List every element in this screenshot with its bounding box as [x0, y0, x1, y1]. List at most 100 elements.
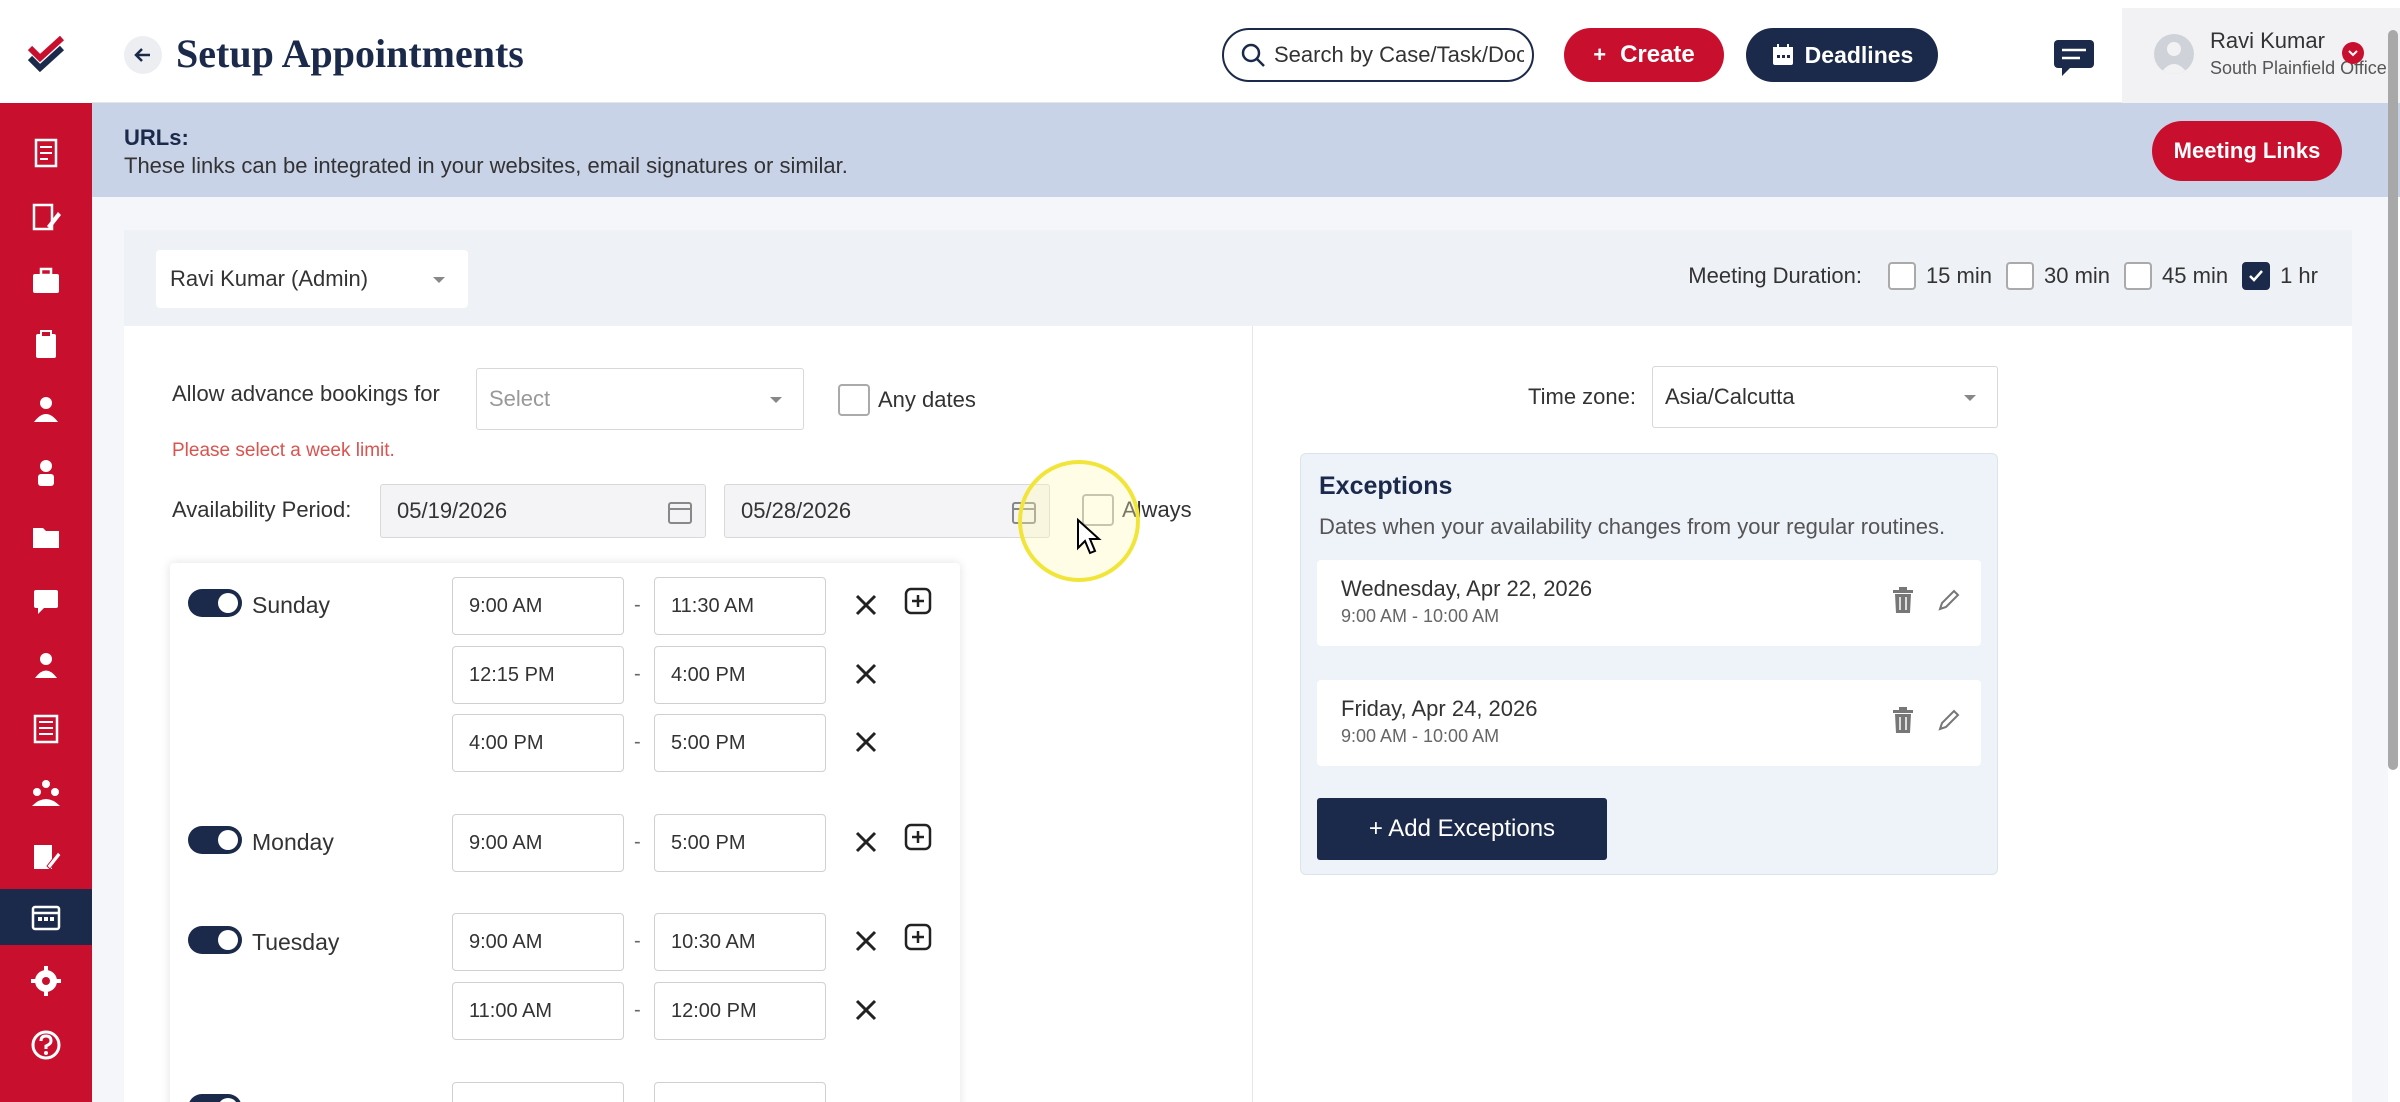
sidebar-item-clients[interactable] — [0, 381, 92, 437]
sunday-slot1-end[interactable]: 11:30 AM — [654, 577, 826, 635]
search-input[interactable] — [1274, 42, 1524, 68]
trash-icon[interactable] — [1891, 586, 1915, 614]
range-dash: - — [634, 930, 641, 952]
trash-icon[interactable] — [1891, 706, 1915, 734]
sidebar-item-messages[interactable] — [0, 573, 92, 629]
caret-down-icon — [433, 277, 445, 283]
help-icon — [31, 1030, 61, 1060]
timezone-label: Time zone: — [1528, 384, 1637, 409]
remove-slot-icon[interactable] — [852, 591, 880, 619]
sidebar-item-documents[interactable] — [0, 125, 92, 181]
duration-30-min[interactable]: 30 min — [2005, 262, 2111, 290]
sidebar-item-team[interactable] — [0, 765, 92, 821]
sunday-slot3-end[interactable]: 5:00 PM — [654, 714, 826, 772]
sidebar-item-tasks[interactable] — [0, 317, 92, 373]
range-dash: - — [634, 831, 641, 853]
pencil-icon[interactable] — [1937, 588, 1961, 612]
sidebar-item-forms[interactable] — [0, 829, 92, 885]
pencil-icon[interactable] — [1937, 708, 1961, 732]
duration-1hr-checkbox[interactable] — [2242, 262, 2271, 290]
user-name: Ravi Kumar — [2210, 28, 2325, 53]
duration-45-checkbox[interactable] — [2124, 262, 2153, 290]
monday-slot1-start[interactable]: 9:00 AM — [452, 814, 624, 872]
tuesday-slot2-end[interactable]: 12:00 PM — [654, 982, 826, 1040]
calendar-icon — [668, 502, 692, 524]
person-icon — [38, 460, 54, 486]
remove-slot-icon[interactable] — [852, 660, 880, 688]
availability-period-label: Availability Period: — [172, 497, 352, 522]
add-slot-icon[interactable] — [904, 923, 932, 951]
next-day-slot-start[interactable] — [452, 1082, 624, 1102]
sidebar-item-appointments[interactable] — [0, 889, 92, 945]
duration-15-min[interactable]: 15 min — [1887, 262, 1992, 290]
add-slot-icon[interactable] — [904, 587, 932, 615]
tuesday-slot1-start[interactable]: 9:00 AM — [452, 913, 624, 971]
panel-divider — [1252, 326, 1253, 1102]
advance-bookings-select[interactable]: Select — [476, 368, 804, 430]
check-icon — [2249, 270, 2264, 282]
sidebar-item-ledger[interactable] — [0, 701, 92, 757]
user-select[interactable]: Ravi Kumar (Admin) — [156, 250, 468, 308]
meeting-links-button[interactable]: Meeting Links — [2152, 121, 2342, 181]
avatar-icon — [2160, 42, 2188, 74]
sunday-slot1-start[interactable]: 9:00 AM — [452, 577, 624, 635]
remove-slot-icon[interactable] — [852, 728, 880, 756]
duration-45-min[interactable]: 45 min — [2124, 262, 2228, 290]
exception-item: Wednesday, Apr 22, 2026 9:00 AM - 10:00 … — [1317, 560, 1981, 646]
remove-slot-icon[interactable] — [852, 828, 880, 856]
add-slot-icon[interactable] — [904, 823, 932, 851]
remove-slot-icon[interactable] — [852, 996, 880, 1024]
briefcase-icon — [33, 267, 59, 293]
duration-15-checkbox[interactable] — [1887, 262, 1916, 290]
sunday-slot2-start[interactable]: 12:15 PM — [452, 646, 624, 704]
end-date-input[interactable]: 05/28/2026 — [724, 484, 1050, 538]
timezone-select[interactable]: Asia/Calcutta — [1652, 366, 1998, 428]
sidebar-item-cases[interactable] — [0, 253, 92, 309]
sidebar-item-settings[interactable] — [0, 953, 92, 1009]
exceptions-description: Dates when your availability changes fro… — [1319, 514, 1946, 539]
user-icon — [34, 397, 58, 422]
duration-30-label: 30 min — [2043, 263, 2111, 288]
sidebar-item-staff[interactable] — [0, 637, 92, 693]
tuesday-toggle[interactable] — [188, 926, 242, 954]
ledger-icon — [33, 714, 59, 744]
remove-slot-icon[interactable] — [852, 927, 880, 955]
sunday-slot3-start[interactable]: 4:00 PM — [452, 714, 624, 772]
sunday-slot2-end[interactable]: 4:00 PM — [654, 646, 826, 704]
sunday-toggle[interactable] — [188, 589, 242, 617]
exception-time: 9:00 AM - 10:00 AM — [1341, 606, 1500, 626]
monday-slot1-end[interactable]: 5:00 PM — [654, 814, 826, 872]
deadlines-button[interactable]: Deadlines — [1746, 28, 1938, 82]
sidebar-item-contacts[interactable] — [0, 445, 92, 501]
sidebar-item-folders[interactable] — [0, 509, 92, 565]
document-icon — [34, 138, 58, 168]
any-dates-checkbox[interactable] — [838, 384, 870, 416]
sidebar-item-notes[interactable] — [0, 189, 92, 245]
app-logo[interactable] — [0, 0, 92, 103]
next-day-toggle[interactable] — [188, 1094, 242, 1102]
folder-icon — [33, 528, 59, 548]
range-dash: - — [634, 663, 641, 685]
user-dropdown-button[interactable] — [2342, 42, 2364, 64]
calendar-icon — [31, 905, 61, 931]
chat-icon[interactable] — [2052, 38, 2096, 78]
search-box[interactable] — [1222, 28, 1534, 82]
exception-item: Friday, Apr 24, 2026 9:00 AM - 10:00 AM — [1317, 680, 1981, 766]
caret-down-icon — [1964, 395, 1976, 401]
back-button[interactable] — [124, 36, 162, 74]
duration-30-checkbox[interactable] — [2005, 262, 2034, 290]
create-button[interactable]: + Create — [1564, 28, 1724, 82]
monday-toggle[interactable] — [188, 826, 242, 854]
logo-icon — [27, 35, 65, 72]
start-date-input[interactable]: 05/19/2026 — [380, 484, 706, 538]
next-day-slot-end[interactable] — [654, 1082, 826, 1102]
sidebar-item-help[interactable] — [0, 1017, 92, 1073]
page-scrollbar[interactable] — [2388, 30, 2398, 770]
end-date-value: 05/28/2026 — [741, 498, 852, 523]
page-title: Setup Appointments — [176, 31, 524, 76]
tuesday-slot1-end[interactable]: 10:30 AM — [654, 913, 826, 971]
add-exceptions-button[interactable]: + Add Exceptions — [1317, 798, 1607, 860]
tuesday-slot2-start[interactable]: 11:00 AM — [452, 982, 624, 1040]
exceptions-card: Exceptions Dates when your availability … — [1300, 453, 1998, 875]
duration-1-hr[interactable]: 1 hr — [2242, 262, 2318, 290]
